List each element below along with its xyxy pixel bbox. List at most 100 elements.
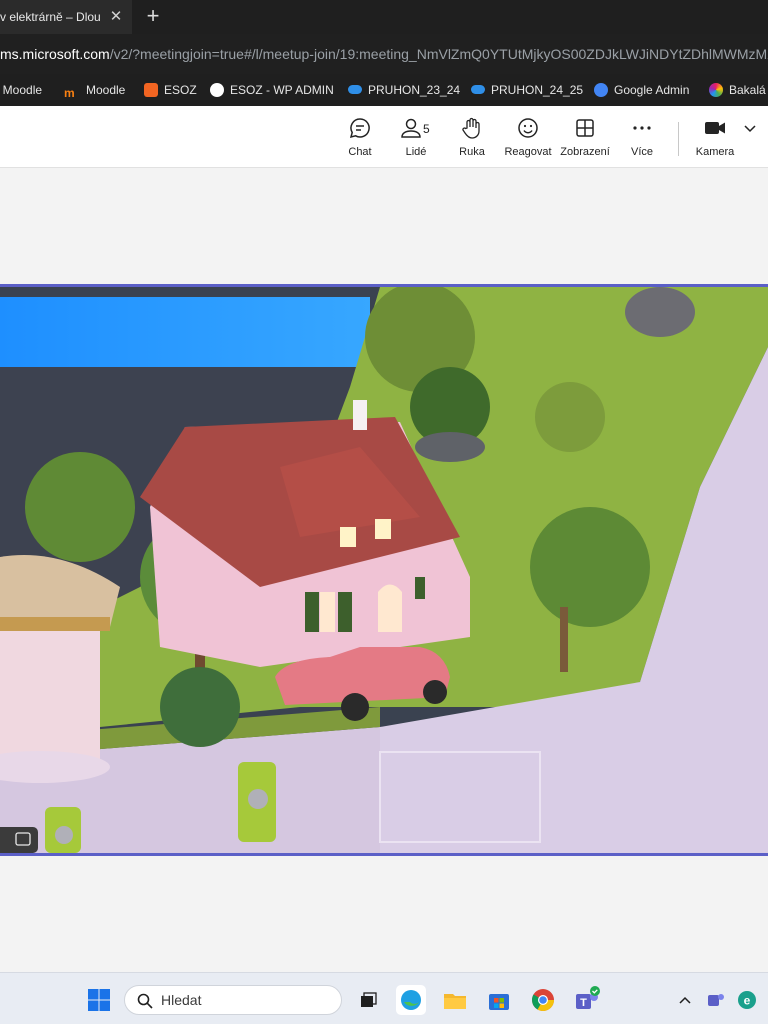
people-label: Lidé	[405, 146, 427, 158]
tree	[530, 507, 650, 627]
google-admin-icon	[594, 83, 608, 97]
task-view-button[interactable]	[352, 985, 382, 1015]
react-button[interactable]: Reagovat	[500, 116, 556, 158]
camera-options-button[interactable]	[736, 116, 764, 140]
camera-label: Kamera	[695, 146, 735, 158]
wordpress-icon	[210, 83, 224, 97]
taskbar-search[interactable]: Hledat	[124, 985, 342, 1015]
window	[340, 527, 356, 547]
react-label: Reagovat	[504, 146, 552, 158]
url-path: /v2/?meetingjoin=true#/l/meetup-join/19:…	[109, 46, 768, 62]
chevron-up-icon	[679, 996, 691, 1004]
folder-icon	[444, 994, 466, 1009]
bookmarks-bar: A Moodle m Moodle ESOZ ESOZ - WP ADMIN PR…	[0, 74, 768, 106]
blue-light-strip	[0, 297, 370, 377]
emoji-icon	[518, 118, 538, 138]
taskbar-store[interactable]	[484, 985, 514, 1015]
video-frame	[0, 287, 768, 853]
chimney	[353, 400, 367, 430]
esoz-icon	[144, 83, 158, 97]
people-button[interactable]: 5 Lidé	[388, 116, 444, 158]
people-count: 5	[423, 122, 430, 136]
video-controls[interactable]	[0, 827, 38, 853]
window	[320, 592, 335, 632]
more-button[interactable]: Více	[614, 116, 670, 158]
tray-eset[interactable]: e	[732, 985, 762, 1015]
moodle-icon: m	[64, 86, 75, 100]
toolbar-separator	[678, 122, 679, 156]
taskbar-chrome[interactable]	[528, 985, 558, 1015]
bookmark-pruhon-23-24[interactable]: PRUHON_23_24	[348, 74, 460, 106]
door	[378, 584, 402, 632]
people-icon	[401, 118, 421, 138]
stage-background	[0, 856, 768, 972]
onedrive-icon	[471, 85, 485, 94]
shared-video-feed[interactable]	[0, 284, 768, 856]
tab-close-icon[interactable]: ✕	[108, 0, 124, 34]
bookmark-label: PRUHON_24_25	[491, 83, 584, 97]
bookmark-esoz[interactable]: ESOZ	[144, 74, 197, 106]
bookmark-label: ESOZ	[164, 83, 197, 97]
edge-icon	[401, 990, 421, 1010]
start-button[interactable]	[84, 985, 114, 1015]
tray-teams[interactable]	[700, 985, 730, 1015]
rock	[625, 287, 695, 337]
bookmark-google-admin[interactable]: Google Admin	[594, 74, 689, 106]
teams-icon: T	[576, 986, 600, 1009]
view-button[interactable]: Zobrazení	[557, 116, 613, 158]
svg-text:T: T	[580, 997, 587, 1009]
url-host: ms.microsoft.com	[0, 46, 110, 62]
windows-taskbar: Hledat T e	[0, 972, 768, 1024]
more-icon	[633, 126, 651, 130]
bookmark-label: ESOZ - WP ADMIN	[230, 83, 334, 97]
bookmark-label: Bakalá	[729, 83, 766, 97]
bookmark-a-moodle[interactable]: A Moodle	[0, 74, 42, 106]
grid-view-icon	[576, 119, 594, 137]
bookmark-label: PRUHON_23_24	[368, 83, 461, 97]
svg-text:e: e	[744, 994, 751, 1008]
bookmark-esoz-wp-admin[interactable]: ESOZ - WP ADMIN	[210, 74, 334, 106]
tree	[535, 382, 605, 452]
bookmark-bakalari[interactable]: Bakalá	[709, 74, 766, 106]
bookmark-label: Moodle	[86, 83, 126, 97]
onedrive-icon	[348, 85, 362, 94]
more-label: Více	[630, 146, 653, 158]
teams-tray-icon	[708, 994, 724, 1006]
bakalari-icon	[709, 83, 723, 97]
chrome-icon	[532, 989, 554, 1011]
chat-label: Chat	[348, 146, 372, 158]
carousel	[0, 627, 100, 767]
tab-title: v elektrárně – Dlou	[0, 10, 101, 24]
search-icon	[137, 993, 153, 1009]
view-label: Zobrazení	[560, 146, 610, 158]
taskbar-file-explorer[interactable]	[440, 985, 470, 1015]
chat-button[interactable]: Chat	[332, 116, 388, 158]
browser-tab-strip: v elektrárně – Dlou ✕ +	[0, 0, 768, 34]
hand-label: Ruka	[459, 146, 485, 158]
eset-icon: e	[738, 991, 756, 1009]
bookmark-label: Google Admin	[614, 83, 690, 97]
browser-tab[interactable]: v elektrárně – Dlou ✕	[0, 0, 132, 34]
bush	[160, 667, 240, 747]
store-icon	[489, 994, 509, 1010]
show-hidden-icons[interactable]	[670, 985, 700, 1015]
taskbar-edge[interactable]	[396, 985, 426, 1015]
windows-logo-icon	[88, 989, 110, 1011]
address-bar[interactable]: ms.microsoft.com/v2/?meetingjoin=true#/l…	[0, 34, 768, 74]
meeting-toolbar: Chat 5 Lidé Ruka Reagovat Zobrazení Více…	[0, 106, 768, 168]
tree	[25, 452, 135, 562]
raise-hand-button[interactable]: Ruka	[444, 116, 500, 158]
task-view-icon	[361, 992, 377, 1007]
window	[375, 519, 391, 539]
taskbar-teams[interactable]: T	[572, 985, 602, 1015]
bookmark-label: A Moodle	[0, 83, 43, 97]
bookmark-moodle[interactable]: m Moodle	[64, 74, 125, 106]
new-tab-button[interactable]: +	[140, 0, 166, 34]
stage-background	[0, 169, 768, 284]
camera-icon	[705, 122, 725, 134]
search-placeholder: Hledat	[161, 992, 202, 1008]
chevron-down-icon	[744, 125, 756, 133]
chat-icon	[349, 118, 370, 139]
camera-button[interactable]: Kamera	[687, 116, 743, 158]
bookmark-pruhon-24-25[interactable]: PRUHON_24_25	[471, 74, 583, 106]
